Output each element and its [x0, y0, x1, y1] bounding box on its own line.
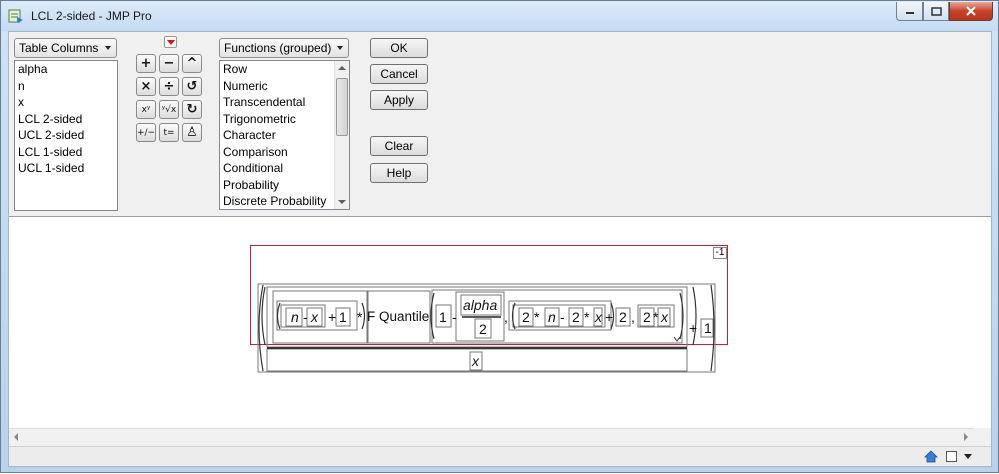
formula-two[interactable]: 2 [522, 309, 530, 325]
formula-minus: - [303, 309, 308, 325]
formula-x[interactable]: x [661, 309, 668, 325]
formula-two[interactable]: 2 [619, 309, 627, 325]
formula-n[interactable]: n [291, 309, 299, 325]
window: LCL 2-sided - JMP Pro Table Columns alph… [0, 0, 999, 473]
formula-denominator[interactable]: x [472, 353, 479, 369]
formula-comma: , [631, 309, 635, 325]
formula-x[interactable]: x [311, 309, 318, 325]
formula-two[interactable]: 2 [643, 309, 651, 325]
formula-plus: + [328, 309, 337, 325]
formula-times: * [357, 309, 363, 325]
formula-minus: - [452, 309, 457, 325]
formula-two[interactable]: 2 [479, 321, 487, 337]
formula-one[interactable]: 1 [704, 320, 712, 336]
formula-plus: + [689, 320, 698, 336]
formula-structure [257, 283, 716, 373]
formula-one[interactable]: 1 [439, 309, 447, 325]
formula-one[interactable]: 1 [339, 309, 347, 325]
formula-plus: + [605, 309, 614, 325]
formula-comma: , [504, 309, 508, 325]
formula-minus: - [560, 309, 565, 325]
formula-times: * [534, 309, 540, 325]
formula-x[interactable]: x [595, 309, 602, 325]
formula-times: * [653, 309, 659, 325]
formula-alpha[interactable]: alpha [463, 297, 497, 313]
formula-times: * [584, 309, 590, 325]
formula-f-quantile[interactable]: F Quantile [367, 309, 429, 325]
formula-two[interactable]: 2 [572, 309, 580, 325]
formula-n[interactable]: n [548, 309, 556, 325]
